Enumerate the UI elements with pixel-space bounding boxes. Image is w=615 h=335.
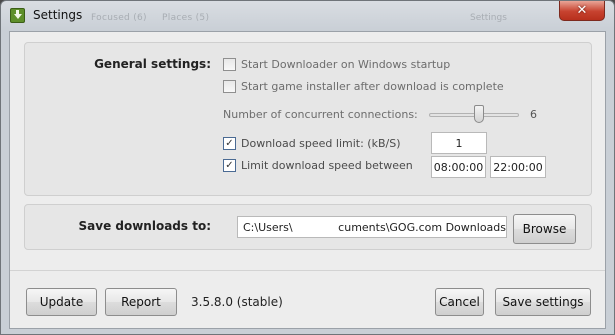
settings-content: General settings: Start Downloader on Wi… <box>9 31 606 329</box>
report-button[interactable]: Report <box>105 288 177 316</box>
background-tab: Focused (6) <box>91 13 147 23</box>
settings-window: Settings Focused (6) Places (5) Settings… <box>0 0 615 335</box>
speed-limit-input[interactable]: 1 <box>431 132 487 154</box>
start-installer-label: Start game installer after download is c… <box>241 80 504 93</box>
background-tab: Places (5) <box>162 13 210 23</box>
download-path-prefix: C:\Users\ <box>243 220 293 234</box>
limit-from-time-input[interactable]: 08:00:00 <box>431 156 486 178</box>
speed-limit-checkbox[interactable]: ✓ <box>223 137 236 150</box>
speed-limit-label: Download speed limit: (kB/S) <box>241 137 401 150</box>
download-path-input[interactable]: C:\Users\ cuments\GOG.com Downloads <box>237 216 507 238</box>
connections-value: 6 <box>530 108 537 121</box>
download-path-suffix: cuments\GOG.com Downloads <box>338 220 506 234</box>
connections-label: Number of concurrent connections: <box>223 108 418 121</box>
limit-between-checkbox[interactable]: ✓ <box>223 159 236 172</box>
save-downloads-label: Save downloads to: <box>78 219 212 233</box>
start-on-startup-label: Start Downloader on Windows startup <box>241 58 451 71</box>
start-installer-option[interactable]: Start game installer after download is c… <box>223 80 504 93</box>
start-on-startup-checkbox[interactable] <box>223 58 236 71</box>
connections-slider-thumb[interactable] <box>473 105 484 123</box>
update-button[interactable]: Update <box>26 288 97 316</box>
window-title: Settings <box>33 8 83 22</box>
checkmark-icon: ✓ <box>225 137 234 149</box>
download-arrow-icon <box>10 8 25 23</box>
save-settings-button[interactable]: Save settings <box>495 288 591 316</box>
browse-button[interactable]: Browse <box>513 214 576 244</box>
limit-between-label: Limit download speed between <box>241 159 413 172</box>
checkmark-icon: ✓ <box>225 159 234 171</box>
limit-between-option[interactable]: ✓ Limit download speed between <box>223 159 413 172</box>
start-on-startup-option[interactable]: Start Downloader on Windows startup <box>223 58 450 71</box>
close-button[interactable]: ✕ <box>559 1 605 21</box>
redacted-text <box>292 220 339 234</box>
title-bar[interactable]: Settings Focused (6) Places (5) Settings… <box>1 1 614 31</box>
save-downloads-panel: Save downloads to: C:\Users\ cuments\GOG.… <box>24 204 592 250</box>
start-installer-checkbox[interactable] <box>223 80 236 93</box>
cancel-button[interactable]: Cancel <box>435 288 484 316</box>
background-label: Settings <box>470 13 507 23</box>
general-settings-panel: General settings: Start Downloader on Wi… <box>24 42 592 196</box>
close-icon: ✕ <box>576 3 588 18</box>
footer-divider <box>10 270 605 271</box>
general-settings-label: General settings: <box>94 57 211 71</box>
background-tabs: Focused (6) Places (5) <box>91 13 221 23</box>
limit-to-time-input[interactable]: 22:00:00 <box>490 156 546 178</box>
speed-limit-option[interactable]: ✓ Download speed limit: (kB/S) <box>223 137 401 150</box>
version-text: 3.5.8.0 (stable) <box>191 295 283 309</box>
